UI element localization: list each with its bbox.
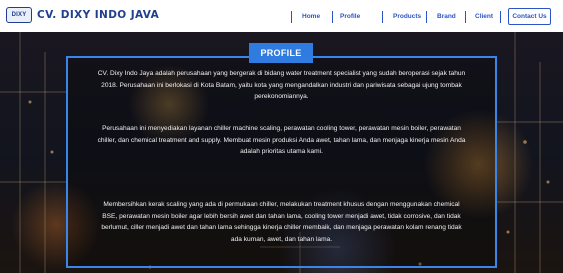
nav-divider <box>426 11 427 23</box>
nav-divider <box>500 11 501 23</box>
nav-divider <box>465 11 466 23</box>
profile-paragraph: CV. Dixy Indo Jaya adalah perusahaan yan… <box>97 70 466 101</box>
nav-divider <box>291 11 292 23</box>
profile-paragraph: Perusahaan ini menyediakan layanan chill… <box>97 125 466 156</box>
nav-divider <box>332 11 333 23</box>
profile-paragraph: Membersihkan kerak scaling yang ada di p… <box>101 201 462 243</box>
nav-home-link[interactable]: Home <box>302 10 320 24</box>
nav-divider <box>382 11 383 23</box>
profile-title: PROFILE <box>249 43 313 63</box>
nav-products-link[interactable]: Products <box>393 10 421 24</box>
profile-section: PROFILE CV. Dixy Indo Jaya adalah perusa… <box>0 32 563 273</box>
main-nav: Home Profile Products Brand Client <box>0 10 563 24</box>
contact-us-button[interactable]: Contact Us <box>508 8 551 25</box>
site-header: DIXY CV. DIXY INDO JAVA Home Profile Pro… <box>0 0 563 32</box>
nav-brand-link[interactable]: Brand <box>437 10 456 24</box>
nav-profile-link[interactable]: Profile <box>340 10 360 24</box>
nav-client-link[interactable]: Client <box>475 10 493 24</box>
